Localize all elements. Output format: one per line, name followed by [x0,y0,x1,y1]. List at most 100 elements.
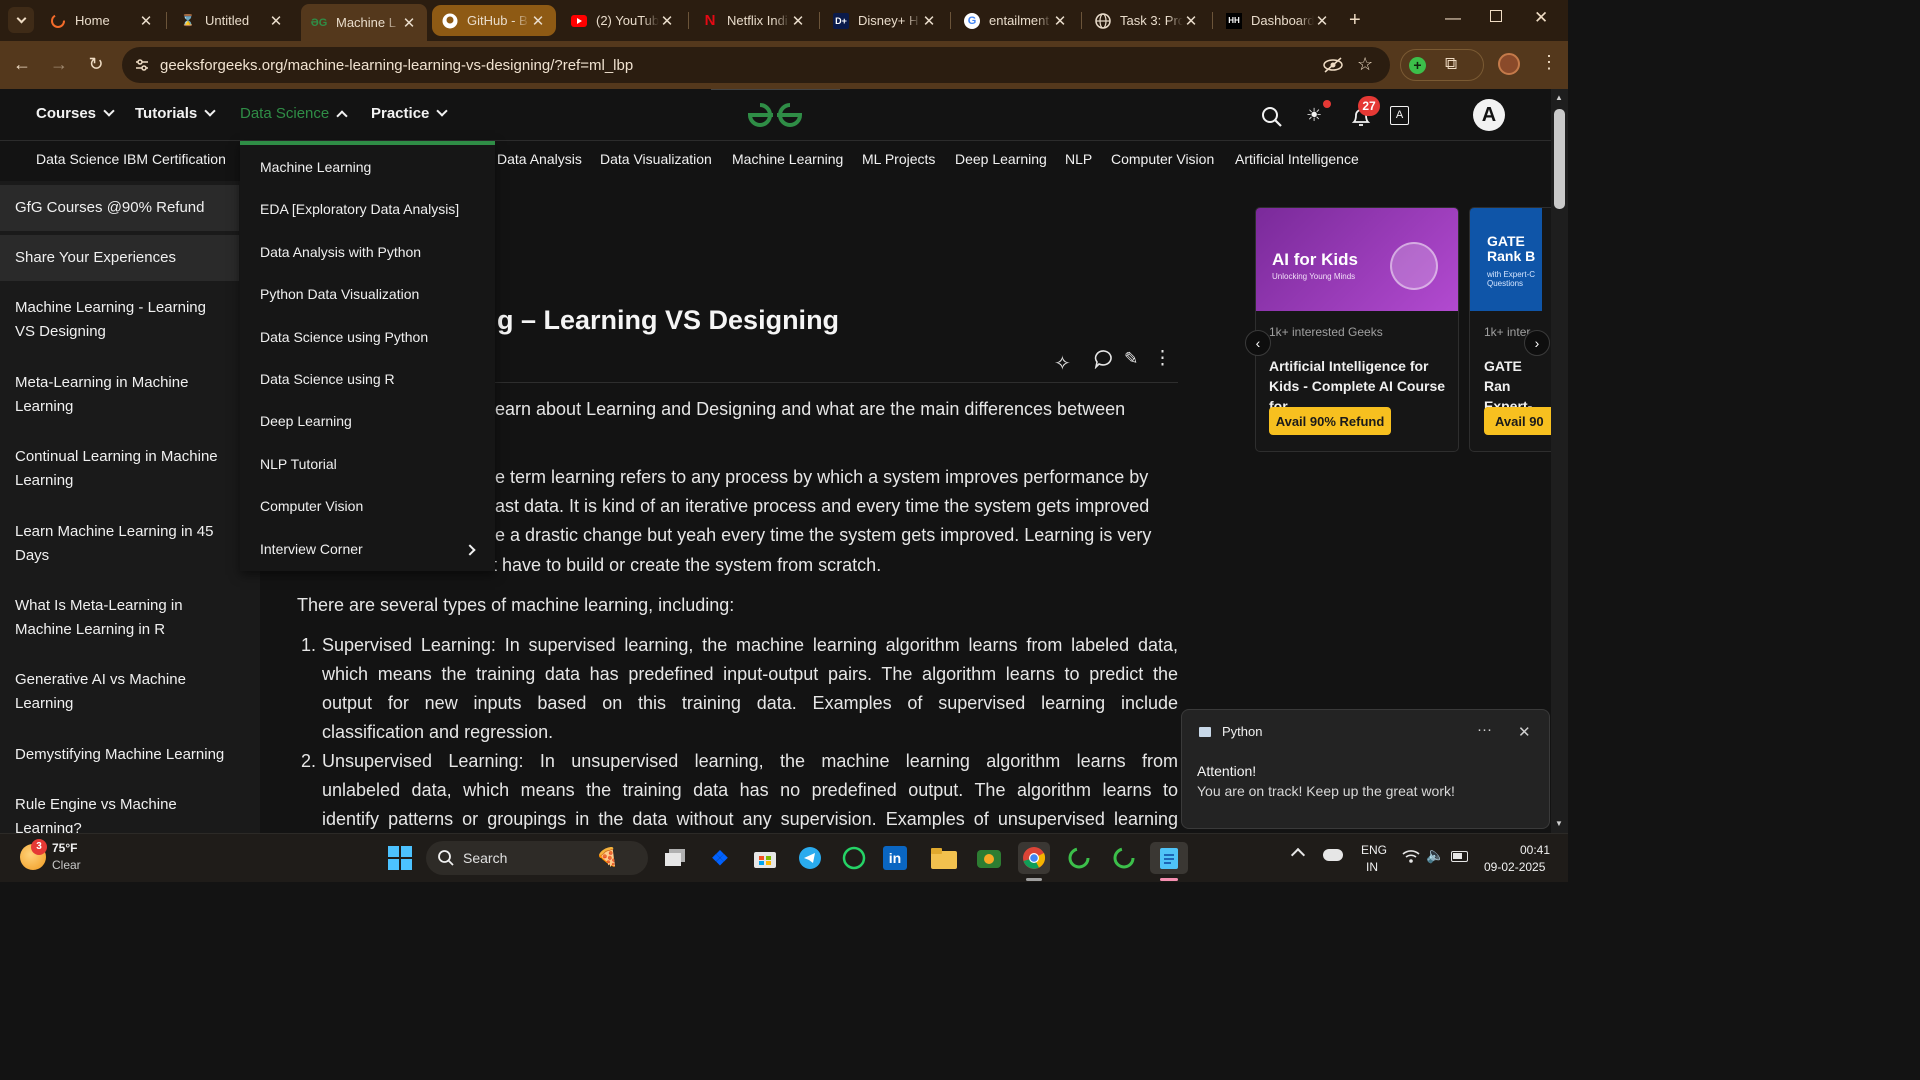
scroll-thumb[interactable] [1554,109,1565,209]
tab-github[interactable]: GitHub - B ✕ [432,5,556,36]
minimize-button[interactable]: — [1445,10,1461,28]
search-icon[interactable] [1261,106,1283,133]
subnav-item[interactable]: Computer Vision [1111,151,1214,167]
puzzle-icon[interactable]: ⧉ [1445,54,1457,74]
sidebar-item-article[interactable]: Continual Learning in Machine Learning [0,445,239,493]
tab-netflix[interactable]: N Netflix Indi ✕ [692,5,816,36]
eye-off-icon[interactable] [1322,55,1344,80]
toast-more-icon[interactable]: ··· [1477,721,1492,738]
address-bar[interactable]: geeksforgeeks.org/machine-learning-learn… [122,47,1390,83]
tab-dashboard[interactable]: HH Dashboard ✕ [1216,5,1340,36]
dropdown-item[interactable]: NLP Tutorial [260,456,337,472]
scroll-down-arrow[interactable]: ▼ [1555,819,1563,828]
ai-sparkle-icon[interactable]: ✧ [1054,351,1071,376]
dropdown-item[interactable]: Machine Learning [260,159,371,175]
tab-youtube[interactable]: (2) YouTub ✕ [561,5,685,36]
subnav-item[interactable]: Data Science IBM Certification [36,151,226,167]
store-icon[interactable] [749,842,781,874]
gfg-logo[interactable] [744,99,806,136]
dropdown-item[interactable]: Computer Vision [260,498,363,514]
battery-icon[interactable] [1451,851,1468,862]
sidebar-item-article[interactable]: Machine Learning - Learning VS Designing [0,296,239,344]
camera-app-icon[interactable] [973,842,1005,874]
user-avatar[interactable]: A [1473,99,1505,131]
tab-machine-learning[interactable]: ƏG Machine L ✕ [301,4,427,41]
notification-toast[interactable]: Python ··· ✕ Attention! You are on track… [1181,709,1550,829]
tab-home[interactable]: Home ✕ [40,5,164,36]
reload-icon[interactable]: ↻ [84,54,108,74]
carousel-prev-button[interactable]: ‹ [1245,330,1271,356]
forward-arrow-icon[interactable]: → [47,54,71,74]
dropbox-icon[interactable]: ❖ [704,842,736,874]
close-icon[interactable]: ✕ [1052,12,1068,30]
wifi-icon[interactable] [1402,848,1420,869]
close-icon[interactable]: ✕ [659,12,675,30]
menu-kebab-icon[interactable]: ⋮ [1540,52,1558,73]
back-arrow-icon[interactable]: ← [10,54,34,74]
close-icon[interactable]: ✕ [138,12,154,30]
chrome-icon[interactable] [1018,842,1050,874]
sidebar-item-share[interactable]: Share Your Experiences [0,235,239,281]
weather-desc[interactable]: Clear [52,858,81,872]
tab-task3[interactable]: Task 3: Pro ✕ [1085,5,1209,36]
close-icon[interactable]: ✕ [1183,12,1199,30]
weather-temp[interactable]: 75°F [52,841,77,855]
taskbar-search-box[interactable]: Search 🍕 [426,841,648,875]
carousel-next-button[interactable]: › [1524,330,1550,356]
loader-app-icon[interactable] [1108,842,1140,874]
sidebar-item-article[interactable]: Demystifying Machine Learning [0,743,239,767]
close-window-button[interactable]: ✕ [1534,8,1548,28]
dropdown-item[interactable]: EDA [Exploratory Data Analysis] [260,201,459,217]
clock-date[interactable]: 09-02-2025 [1484,860,1545,874]
subnav-item[interactable]: Artificial Intelligence [1235,151,1359,167]
dropdown-item[interactable]: Data Science using Python [260,329,428,345]
loader-app-icon[interactable] [1063,842,1095,874]
avail-refund-button[interactable]: Avail 90% Refund [1269,407,1391,435]
dropdown-item[interactable]: Python Data Visualization [260,286,419,302]
sidebar-item-article[interactable]: Generative AI vs Machine Learning [0,668,239,716]
nav-practice[interactable]: Practice [371,105,449,122]
volume-icon[interactable]: 🔈 [1426,846,1445,864]
course-card[interactable]: AI for Kids Unlocking Young Minds 1k+ in… [1255,207,1459,452]
close-icon[interactable]: ✕ [401,14,417,32]
dropdown-item[interactable]: Data Science using R [260,371,395,387]
subnav-item[interactable]: Deep Learning [955,151,1047,167]
file-explorer-icon[interactable] [928,842,960,874]
subnav-item[interactable]: NLP [1065,151,1092,167]
bookmark-star-icon[interactable]: ☆ [1357,54,1373,75]
close-icon[interactable]: ✕ [921,12,937,30]
theme-sun-icon[interactable]: ☀ [1306,105,1322,126]
close-icon[interactable]: ✕ [530,12,546,30]
translate-icon[interactable]: A [1390,106,1409,125]
sidebar-item-article[interactable]: What Is Meta-Learning in Machine Learnin… [0,594,239,642]
nav-tutorials[interactable]: Tutorials [135,105,216,122]
close-icon[interactable]: ✕ [1314,12,1330,30]
avail-refund-button[interactable]: Avail 90 [1484,407,1558,435]
subnav-item[interactable]: Data Visualization [600,151,712,167]
telegram-icon[interactable] [794,842,826,874]
dropdown-item[interactable]: Deep Learning [260,413,352,429]
comment-icon[interactable] [1094,349,1114,374]
restore-button[interactable] [1490,10,1502,22]
linkedin-icon[interactable]: in [883,846,907,870]
clock-time[interactable]: 00:41 [1520,843,1550,857]
chevron-up-icon[interactable] [1290,847,1306,863]
notepad-icon[interactable] [1150,842,1188,874]
dropdown-item[interactable]: Interview Corner [260,541,363,557]
more-options-icon[interactable]: ⋮ [1153,347,1172,370]
sidebar-item-article[interactable]: Learn Machine Learning in 45 Days [0,520,239,568]
task-view-icon[interactable] [660,842,692,874]
subnav-item[interactable]: Data Analysis [497,151,582,167]
site-info-icon[interactable] [134,57,150,78]
tab-untitled[interactable]: ⌛ Untitled ✕ [170,5,294,36]
profile-avatar[interactable] [1498,53,1520,75]
nav-data-science[interactable]: Data Science [240,105,348,122]
tab-entailment[interactable]: G entailment ✕ [954,5,1078,36]
tab-disney[interactable]: D+ Disney+ H ✕ [823,5,947,36]
subnav-item[interactable]: Machine Learning [732,151,843,167]
sidebar-item-article[interactable]: Meta-Learning in Machine Learning [0,371,239,419]
tab-search-button[interactable] [8,7,34,33]
scroll-up-arrow[interactable]: ▲ [1555,93,1563,102]
onedrive-cloud-icon[interactable] [1323,849,1343,861]
close-icon[interactable]: ✕ [268,12,284,30]
